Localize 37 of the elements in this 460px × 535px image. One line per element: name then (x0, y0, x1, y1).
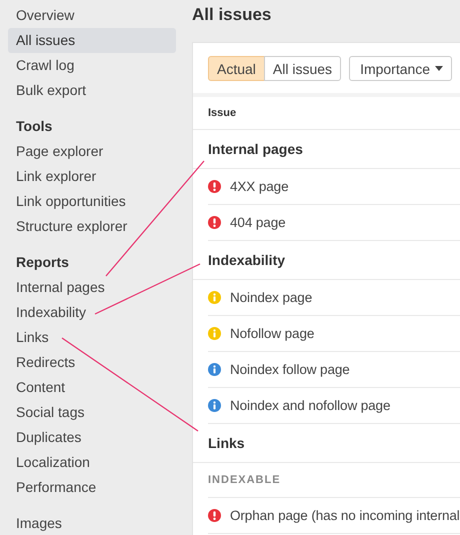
caret-icon (435, 66, 444, 71)
subsection-label: INDEXABLE (208, 463, 460, 498)
page-title: All issues (192, 4, 272, 26)
issue-link[interactable]: 404 page (230, 215, 286, 230)
sidebar-item[interactable]: Page explorer (8, 139, 176, 164)
sidebar-item[interactable]: Performance (8, 475, 176, 500)
sidebar-item[interactable]: Structure explorer (8, 214, 176, 239)
issue-link[interactable]: Noindex follow page (230, 362, 350, 377)
filter-toggle[interactable]: Actual (208, 56, 265, 81)
sidebar-heading: Reports (15, 253, 70, 272)
sidebar-item[interactable]: Social tags (8, 400, 176, 425)
section-heading: Indexability (193, 241, 460, 280)
sidebar-item[interactable]: Link opportunities (8, 189, 176, 214)
sidebar-item[interactable]: Indexability (8, 300, 176, 325)
sidebar-item[interactable]: Redirects (8, 350, 176, 375)
sidebar-item[interactable]: Localization (8, 450, 176, 475)
sidebar-item[interactable]: Images (8, 511, 176, 535)
sidebar-heading: Tools (15, 117, 54, 136)
sidebar-item[interactable]: Content (8, 375, 176, 400)
sidebar-item[interactable]: Overview (8, 3, 176, 28)
issue-link[interactable]: 4XX page (230, 179, 288, 194)
sidebar-item[interactable]: Internal pages (8, 275, 176, 300)
sidebar-item[interactable]: Crawl log (8, 53, 176, 78)
sidebar-item[interactable]: Links (8, 325, 176, 350)
issue-link[interactable]: Nofollow page (230, 326, 314, 341)
section-heading: Links (193, 424, 460, 463)
issue-link[interactable]: Orphan page (has no incoming internal (230, 508, 460, 523)
sidebar-item[interactable]: All issues (8, 28, 176, 53)
column-header: Issue (193, 97, 460, 130)
issue-link[interactable]: Noindex and nofollow page (230, 398, 390, 413)
issue-link[interactable]: Noindex page (230, 290, 312, 305)
importance-dropdown[interactable]: Importance (349, 56, 452, 81)
section-heading: Internal pages (193, 130, 460, 169)
sidebar-item[interactable]: Link explorer (8, 164, 176, 189)
sidebar-item[interactable]: Duplicates (8, 425, 176, 450)
filter-toggle[interactable]: All issues (264, 56, 342, 81)
sidebar-item[interactable]: Bulk export (8, 78, 176, 103)
